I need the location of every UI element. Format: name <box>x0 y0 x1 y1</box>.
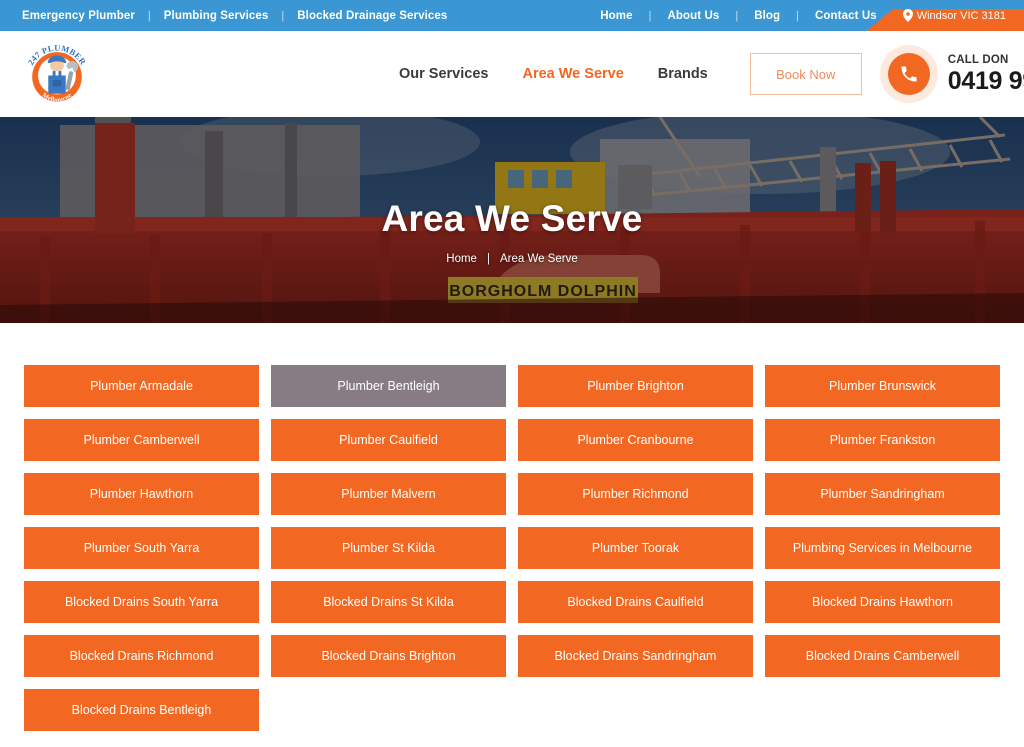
area-button[interactable]: Plumber Frankston <box>765 419 1000 461</box>
nav-item-brands[interactable]: Brands <box>658 66 708 82</box>
area-button[interactable]: Plumber Richmond <box>518 473 753 515</box>
area-button-grid: Plumber Armadale Plumber Bentleigh Plumber… <box>24 365 1000 731</box>
phone-icon <box>901 66 917 82</box>
location-label: Windsor VIC 3181 <box>916 9 1006 22</box>
main-navigation: Our Services Area We Serve Brands <box>399 66 708 82</box>
call-block[interactable]: CALL DON 0419 990 092 <box>879 45 1024 103</box>
topbar-link-home[interactable]: Home <box>600 10 632 22</box>
area-button[interactable]: Blocked Drains Bentleigh <box>24 689 259 731</box>
area-button[interactable]: Blocked Drains Richmond <box>24 635 259 677</box>
area-button[interactable]: Plumber Toorak <box>518 527 753 569</box>
map-pin-icon <box>902 9 913 22</box>
area-button[interactable]: Blocked Drains South Yarra <box>24 581 259 623</box>
phone-icon-circle <box>887 53 930 95</box>
area-button[interactable]: Blocked Drains Camberwell <box>765 635 1000 677</box>
area-button[interactable]: Plumber Hawthorn <box>24 473 259 515</box>
topbar-right-links: Home | About Us | Blog | Contact Us Wind… <box>600 9 1024 31</box>
call-label: CALL DON <box>947 53 1009 66</box>
area-we-serve-section: Plumber Armadale Plumber Bentleigh Plumber… <box>0 323 1024 731</box>
breadcrumb-item-current: Area We Serve <box>499 252 578 265</box>
topbar-left-links: Emergency Plumber | Plumbing Services | … <box>0 10 447 22</box>
area-button[interactable]: Plumber Bentleigh <box>271 365 506 407</box>
book-now-button[interactable]: Book Now <box>749 53 862 95</box>
area-button[interactable]: Plumber Sandringham <box>765 473 1000 515</box>
area-button[interactable]: Plumber Armadale <box>24 365 259 407</box>
call-text: CALL DON 0419 990 092 <box>948 54 1024 94</box>
area-button[interactable]: Plumber South Yarra <box>24 527 259 569</box>
topbar-link-blog[interactable]: Blog <box>754 10 780 22</box>
topbar-separator: | <box>281 9 285 22</box>
topbar-link-blocked-drainage-services[interactable]: Blocked Drainage Services <box>297 10 447 22</box>
site-header: 247 PLUMBER Melbourne Our Services Area … <box>0 31 1024 117</box>
breadcrumb: Home | Area We Serve <box>446 253 577 265</box>
topbar-link-about-us[interactable]: About Us <box>667 10 719 22</box>
hero-banner: BORGHOLM DOLPHIN Area We Serve Home | Ar… <box>0 117 1024 323</box>
area-button[interactable]: Plumber Cranbourne <box>518 419 753 461</box>
topbar-link-plumbing-services[interactable]: Plumbing Services <box>164 10 269 22</box>
area-button[interactable]: Blocked Drains Caulfield <box>518 581 753 623</box>
page-title: Area We Serve <box>381 197 643 239</box>
hero-content: Area We Serve Home | Area We Serve <box>0 117 1024 323</box>
topbar-separator: | <box>735 9 739 22</box>
topbar-link-emergency-plumber[interactable]: Emergency Plumber <box>22 10 135 22</box>
call-phone-number[interactable]: 0419 990 092 <box>948 68 1024 95</box>
nav-item-our-services[interactable]: Our Services <box>399 66 488 82</box>
area-button[interactable]: Plumbing Services in Melbourne <box>765 527 1000 569</box>
topbar-separator: | <box>648 9 652 22</box>
topbar-separator: | <box>796 9 800 22</box>
phone-icon-ring <box>879 45 938 103</box>
breadcrumb-separator: | <box>486 252 490 265</box>
area-button[interactable]: Plumber Malvern <box>271 473 506 515</box>
nav-item-area-we-serve[interactable]: Area We Serve <box>522 66 623 82</box>
area-button[interactable]: Blocked Drains St Kilda <box>271 581 506 623</box>
area-button[interactable]: Blocked Drains Hawthorn <box>765 581 1000 623</box>
topbar-separator: | <box>147 9 151 22</box>
breadcrumb-item-home[interactable]: Home <box>446 253 477 265</box>
area-button[interactable]: Plumber Caulfield <box>271 419 506 461</box>
area-button[interactable]: Blocked Drains Sandringham <box>518 635 753 677</box>
location-indicator[interactable]: Windsor VIC 3181 <box>877 9 1024 22</box>
area-button[interactable]: Blocked Drains Brighton <box>271 635 506 677</box>
area-button[interactable]: Plumber Brunswick <box>765 365 1000 407</box>
area-button[interactable]: Plumber Brighton <box>518 365 753 407</box>
area-button[interactable]: Plumber St Kilda <box>271 527 506 569</box>
top-utility-bar: Emergency Plumber | Plumbing Services | … <box>0 0 1024 31</box>
plumber-badge-logo[interactable]: 247 PLUMBER Melbourne <box>20 39 94 109</box>
area-button[interactable]: Plumber Camberwell <box>24 419 259 461</box>
topbar-link-contact-us[interactable]: Contact Us <box>815 10 877 22</box>
